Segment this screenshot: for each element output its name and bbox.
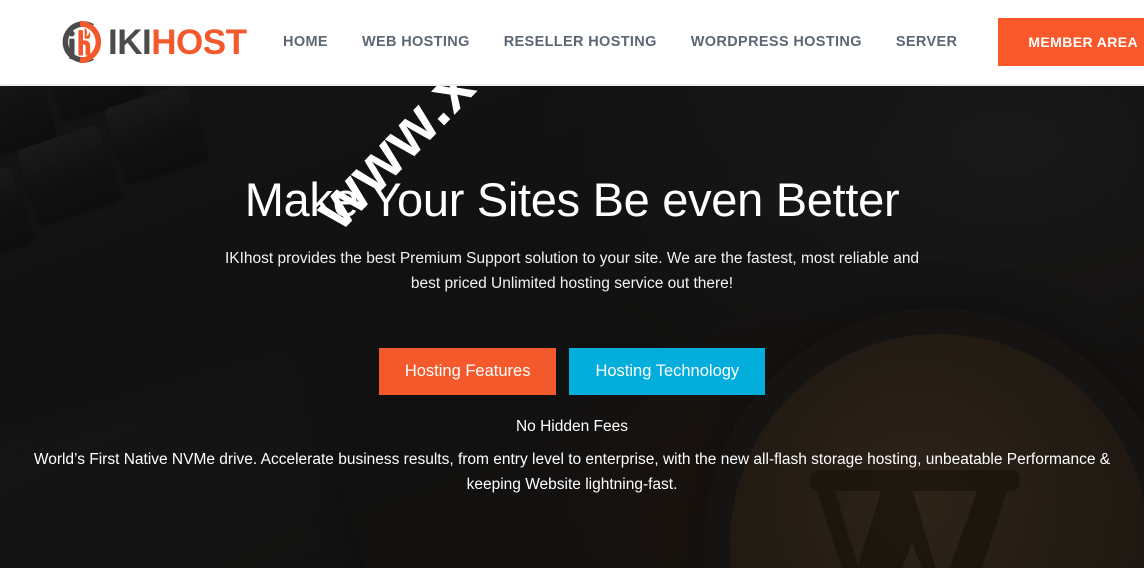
site-header: IKIHOST HOME WEB HOSTING RESELLER HOSTIN… [0,0,1144,86]
nav-item-reseller-hosting[interactable]: RESELLER HOSTING [487,35,674,50]
hero-subtitle: IKIhost provides the best Premium Suppor… [224,250,920,293]
logo-text-iki: IKI [108,22,152,62]
hero-blurb-text: World’s First Native NVMe drive. Acceler… [33,451,1111,493]
hero-content: Make Your Sites Be even Better IKIhost p… [0,86,1144,568]
main-navigation: HOME WEB HOSTING RESELLER HOSTING WORDPR… [266,0,1144,84]
no-hidden-fees-note: No Hidden Fees [515,418,628,435]
member-area-button[interactable]: MEMBER AREA [998,18,1144,66]
nav-item-home[interactable]: HOME [266,35,345,50]
hosting-technology-button[interactable]: Hosting Technology [569,348,766,395]
hero-section: B N CAPS Make Your Sites Be even Better … [0,86,1144,568]
hero-title: Make Your Sites Be even Better [244,173,900,226]
ikihost-circle-monogram-icon [54,16,106,68]
nav-item-server[interactable]: SERVER [879,35,974,50]
hero-cta-row: Hosting Features Hosting Technology [0,348,1144,395]
logo-wordmark: IKIHOST [108,22,247,62]
site-logo[interactable]: IKIHOST [54,0,247,84]
page-root: IKIHOST HOME WEB HOSTING RESELLER HOSTIN… [0,0,1144,568]
hosting-features-button[interactable]: Hosting Features [378,348,557,395]
nav-item-wordpress-hosting[interactable]: WORDPRESS HOSTING [674,35,879,50]
nav-item-web-hosting[interactable]: WEB HOSTING [345,35,487,50]
logo-text-host: HOST [151,22,247,62]
